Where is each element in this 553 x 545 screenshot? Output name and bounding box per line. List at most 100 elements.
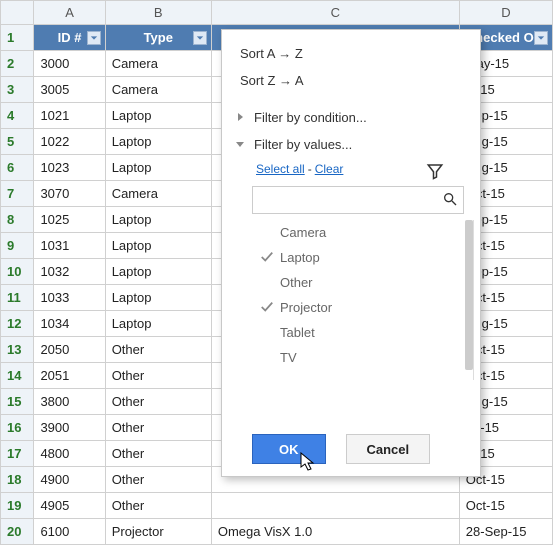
filter-dropdown-icon[interactable] (193, 31, 207, 45)
cancel-button[interactable]: Cancel (346, 434, 431, 464)
filter-value-item[interactable]: Camera (256, 220, 473, 245)
cell-id[interactable]: 1022 (34, 129, 105, 155)
popup-button-row: OK Cancel (222, 434, 480, 464)
check-icon (260, 250, 274, 264)
row-number[interactable]: 5 (1, 129, 34, 155)
cell-detail[interactable] (211, 493, 459, 519)
row-number[interactable]: 6 (1, 155, 34, 181)
cell-checkedout[interactable]: Oct-15 (459, 493, 552, 519)
cell-id[interactable]: 1031 (34, 233, 105, 259)
filter-value-item[interactable]: Projector (256, 295, 473, 320)
row-number[interactable]: 2 (1, 51, 34, 77)
filter-search-input[interactable] (252, 186, 464, 214)
filter-vals-label: Filter by values... (254, 137, 352, 152)
cell-type[interactable]: Laptop (105, 259, 211, 285)
filter-value-item[interactable]: TV (256, 345, 473, 370)
filter-dropdown-icon[interactable] (87, 31, 101, 45)
check-icon (260, 300, 274, 314)
cell-type[interactable]: Other (105, 441, 211, 467)
select-all-link[interactable]: Select all (256, 162, 305, 176)
row-number[interactable]: 17 (1, 441, 34, 467)
filter-value-item[interactable]: Other (256, 270, 473, 295)
row-number[interactable]: 12 (1, 311, 34, 337)
row-number[interactable]: 18 (1, 467, 34, 493)
cell-id[interactable]: 4905 (34, 493, 105, 519)
cell-type[interactable]: Other (105, 389, 211, 415)
cell-type[interactable]: Laptop (105, 129, 211, 155)
column-letter-a[interactable]: A (34, 1, 105, 25)
cell-id[interactable]: 3070 (34, 181, 105, 207)
cell-id[interactable]: 4900 (34, 467, 105, 493)
header-type[interactable]: Type (105, 25, 211, 51)
row-number[interactable]: 20 (1, 519, 34, 545)
header-id[interactable]: ID # (34, 25, 105, 51)
row-number[interactable]: 4 (1, 103, 34, 129)
filter-dropdown-icon[interactable] (534, 31, 548, 45)
filter-by-condition[interactable]: Filter by condition... (222, 104, 480, 131)
cell-id[interactable]: 3800 (34, 389, 105, 415)
cell-type[interactable]: Laptop (105, 155, 211, 181)
cell-checkedout[interactable]: 28-Sep-15 (459, 519, 552, 545)
filter-value-item[interactable]: Tablet (256, 320, 473, 345)
column-letter-c[interactable]: C (211, 1, 459, 25)
row-number[interactable]: 1 (1, 25, 34, 51)
clear-link[interactable]: Clear (315, 162, 344, 176)
filter-by-values[interactable]: Filter by values... (222, 131, 480, 158)
cell-type[interactable]: Laptop (105, 207, 211, 233)
cell-type[interactable]: Laptop (105, 233, 211, 259)
cell-type[interactable]: Other (105, 363, 211, 389)
row-number[interactable]: 11 (1, 285, 34, 311)
row-number[interactable]: 13 (1, 337, 34, 363)
filter-popup: Sort A → Z Sort Z → A Filter by conditio… (221, 29, 481, 477)
cell-id[interactable]: 4800 (34, 441, 105, 467)
cell-id[interactable]: 3005 (34, 77, 105, 103)
cell-type[interactable]: Laptop (105, 285, 211, 311)
row-number[interactable]: 8 (1, 207, 34, 233)
cell-id[interactable]: 3900 (34, 415, 105, 441)
cell-type[interactable]: Laptop (105, 311, 211, 337)
cell-id[interactable]: 1033 (34, 285, 105, 311)
row-number[interactable]: 3 (1, 77, 34, 103)
sort-az[interactable]: Sort A → Z (222, 40, 480, 67)
cell-id[interactable]: 2050 (34, 337, 105, 363)
cell-type[interactable]: Camera (105, 51, 211, 77)
sort-za[interactable]: Sort Z → A (222, 67, 480, 94)
cell-id[interactable]: 1032 (34, 259, 105, 285)
cell-type[interactable]: Laptop (105, 103, 211, 129)
table-row: 194905Other Oct-15 (1, 493, 553, 519)
cell-detail[interactable]: Omega VisX 1.0 (211, 519, 459, 545)
row-number[interactable]: 9 (1, 233, 34, 259)
cell-type[interactable]: Projector (105, 519, 211, 545)
cell-type[interactable]: Other (105, 337, 211, 363)
cell-type[interactable]: Other (105, 467, 211, 493)
cell-type[interactable]: Camera (105, 181, 211, 207)
cell-id[interactable]: 2051 (34, 363, 105, 389)
row-number[interactable]: 19 (1, 493, 34, 519)
values-scrollbar[interactable] (465, 220, 473, 370)
row-number[interactable]: 14 (1, 363, 34, 389)
header-id-label: ID # (58, 30, 82, 45)
row-number[interactable]: 16 (1, 415, 34, 441)
cell-id[interactable]: 1025 (34, 207, 105, 233)
cell-type[interactable]: Other (105, 493, 211, 519)
cell-type[interactable]: Other (105, 415, 211, 441)
row-number[interactable]: 7 (1, 181, 34, 207)
search-icon (442, 191, 458, 207)
cell-id[interactable]: 1023 (34, 155, 105, 181)
table-row: 206100ProjectorOmega VisX 1.028-Sep-15 (1, 519, 553, 545)
cell-id[interactable]: 6100 (34, 519, 105, 545)
cell-id[interactable]: 3000 (34, 51, 105, 77)
row-number[interactable]: 10 (1, 259, 34, 285)
column-letter-d[interactable]: D (459, 1, 552, 25)
filter-values-list[interactable]: CameraLaptopOtherProjectorTabletTV (256, 220, 474, 380)
filter-cond-label: Filter by condition... (254, 110, 367, 125)
cell-id[interactable]: 1034 (34, 311, 105, 337)
column-letter-b[interactable]: B (105, 1, 211, 25)
ok-button[interactable]: OK (252, 434, 326, 464)
funnel-icon[interactable] (426, 162, 444, 180)
cell-type[interactable]: Camera (105, 77, 211, 103)
select-all-clear-row: Select all-Clear (222, 158, 480, 180)
row-number[interactable]: 15 (1, 389, 34, 415)
filter-value-item[interactable]: Laptop (256, 245, 473, 270)
cell-id[interactable]: 1021 (34, 103, 105, 129)
